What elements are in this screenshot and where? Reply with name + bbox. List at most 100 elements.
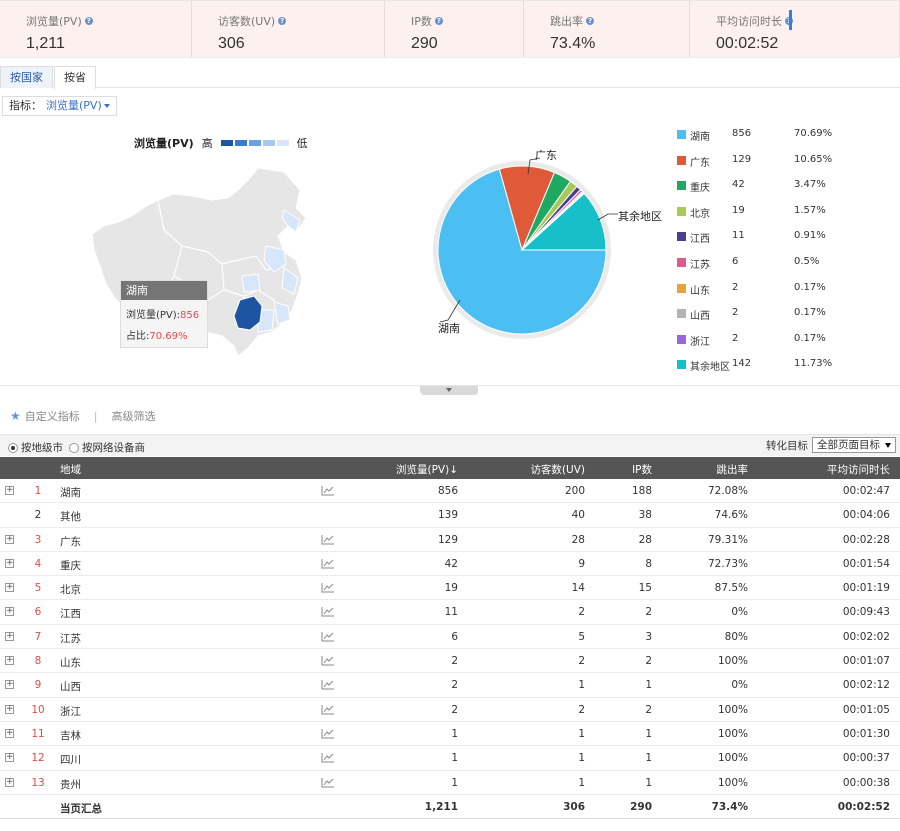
help-icon[interactable]: ? <box>278 17 287 25</box>
map-legend-title: 浏览量(PV) <box>134 137 194 150</box>
table-row[interactable]: +4 重庆 42 9 8 72.73% 00:01:54 <box>0 552 900 577</box>
trend-chart-icon[interactable] <box>321 777 335 791</box>
table-row[interactable]: +10 浙江 2 2 2 100% 00:01:05 <box>0 698 900 722</box>
legend-count: 2 <box>732 281 739 293</box>
pie-legend-item[interactable]: 山东 2 0.17% <box>677 280 877 306</box>
table-row[interactable]: +6 江西 11 2 2 0% 00:09:43 <box>0 600 900 625</box>
col-ip[interactable]: IP数 <box>590 462 652 477</box>
expand-icon[interactable]: + <box>5 486 14 495</box>
conversion-goal-select[interactable]: 全部页面目标 <box>812 437 896 453</box>
map-region-light-center[interactable] <box>241 273 261 293</box>
expand-icon[interactable]: + <box>5 680 14 690</box>
row-avg: 00:04:06 <box>842 509 890 522</box>
table-row[interactable]: +7 江苏 6 5 3 80% 00:02:02 <box>0 625 900 650</box>
table-row[interactable]: +3 广东 129 28 28 79.31% 00:02:28 <box>0 528 900 552</box>
pie-legend-item[interactable]: 重庆 42 3.47% <box>677 177 877 203</box>
row-uv: 2 <box>578 703 585 716</box>
help-icon[interactable]: ? <box>84 17 93 25</box>
summary-ip-value: 290 <box>411 35 438 52</box>
expand-icon[interactable]: + <box>5 607 14 617</box>
summary-uv: 访客数(UV)? 306 <box>192 1 385 57</box>
trend-chart-icon[interactable] <box>321 534 335 548</box>
expand-icon[interactable]: + <box>5 558 14 568</box>
expand-icon[interactable]: + <box>5 631 14 641</box>
row-ip: 3 <box>645 630 652 643</box>
trend-chart-icon[interactable] <box>321 485 335 499</box>
expand-icon[interactable]: + <box>5 656 14 666</box>
table-row[interactable]: +13 贵州 1 1 1 100% 00:00:38 <box>0 771 900 795</box>
legend-swatch <box>677 334 686 344</box>
row-uv: 1 <box>578 776 585 789</box>
table-row[interactable]: 2 其他 139 40 38 74.6% 00:04:06 <box>0 503 900 528</box>
pie-legend-item[interactable]: 广东 129 10.65% <box>677 152 877 178</box>
total-pv: 1,211 <box>424 800 458 813</box>
trend-chart-icon[interactable] <box>321 679 335 693</box>
trend-chart-icon[interactable] <box>321 655 335 669</box>
summary-pv: 浏览量(PV)? 1,211 <box>0 1 192 57</box>
expand-icon[interactable]: + <box>5 704 14 714</box>
expand-icon[interactable]: + <box>5 534 14 544</box>
col-avg[interactable]: 平均访问时长 <box>790 462 890 477</box>
row-index: 12 <box>31 752 45 765</box>
trend-chart-icon[interactable] <box>321 582 335 596</box>
pie-legend-item[interactable]: 北京 19 1.57% <box>677 203 877 229</box>
row-pv: 856 <box>437 485 458 497</box>
trend-chart-icon[interactable] <box>321 728 335 742</box>
custom-indicator-link[interactable]: 自定义指标 <box>25 408 80 424</box>
legend-percent: 0.5% <box>794 255 820 267</box>
radio-by-city[interactable]: 按地级市 <box>8 440 63 455</box>
tooltip-ratio-label: 占比: <box>126 331 150 342</box>
row-region: 贵州 <box>60 778 81 791</box>
map-legend-high: 高 <box>201 137 213 150</box>
indicator-select[interactable]: 指标： 浏览量(PV) <box>2 96 117 116</box>
col-region[interactable]: 地域 <box>60 462 81 477</box>
summary-bounce: 跳出率? 73.4% <box>524 1 690 57</box>
col-bounce[interactable]: 跳出率 <box>670 462 749 477</box>
pie-legend-item[interactable]: 浙江 2 0.17% <box>677 331 877 357</box>
table-row[interactable]: +11 吉林 1 1 1 100% 00:01:30 <box>0 722 900 747</box>
row-ip: 8 <box>645 557 652 570</box>
tab-by-province[interactable]: 按省 <box>54 66 96 89</box>
radio-by-isp[interactable]: 按网络设备商 <box>69 440 145 455</box>
pie-legend-item[interactable]: 江苏 6 0.5% <box>677 254 877 280</box>
tooltip-ratio-value: 70.69% <box>149 331 188 342</box>
expand-icon[interactable]: + <box>5 777 14 787</box>
table-row[interactable]: +9 山西 2 1 1 0% 00:02:12 <box>0 673 900 698</box>
advanced-filter-link[interactable]: 高级筛选 <box>111 408 155 424</box>
indicator-value[interactable]: 浏览量(PV) <box>46 99 102 112</box>
pie-legend-item[interactable]: 山西 2 0.17% <box>677 305 877 331</box>
help-icon[interactable]: ? <box>586 17 594 25</box>
collapse-toggle[interactable] <box>420 386 478 395</box>
tab-by-country[interactable]: 按国家 <box>0 66 53 88</box>
pie-legend-item[interactable]: 其余地区 142 11.73% <box>677 356 877 382</box>
pie-chart[interactable] <box>420 140 620 340</box>
row-bounce: 74.6% <box>714 509 748 522</box>
summary-bounce-label: 跳出率 <box>550 15 583 28</box>
table-row[interactable]: +8 山东 2 2 2 100% 00:01:07 <box>0 649 900 674</box>
trend-chart-icon[interactable] <box>321 704 335 718</box>
legend-percent: 0.17% <box>794 281 826 293</box>
legend-percent: 0.91% <box>794 230 826 242</box>
expand-icon[interactable]: + <box>5 583 14 593</box>
expand-icon[interactable]: + <box>5 753 14 763</box>
radio-off-icon <box>69 442 79 453</box>
trend-chart-icon[interactable] <box>321 558 335 572</box>
trend-chart-icon[interactable] <box>321 631 335 645</box>
expand-icon[interactable]: + <box>5 728 14 738</box>
pie-legend: 湖南 856 70.69% 广东 129 10.65% 重庆 42 3.47% 北京 19 1.57%… <box>677 126 877 382</box>
pie-legend-item[interactable]: 湖南 856 70.69% <box>677 126 877 152</box>
table-row[interactable]: +1 湖南 856 200 188 72.08% 00:02:47 <box>0 479 900 504</box>
col-uv[interactable]: 访客数(UV) <box>500 462 585 477</box>
legend-percent: 1.57% <box>794 204 826 216</box>
pie-legend-item[interactable]: 江西 11 0.91% <box>677 228 877 254</box>
table-row[interactable]: +12 四川 1 1 1 100% 00:00:37 <box>0 746 900 771</box>
legend-swatch <box>677 309 686 319</box>
trend-chart-icon[interactable] <box>321 752 335 766</box>
help-icon[interactable]: ? <box>434 17 443 25</box>
table-row[interactable]: +5 北京 19 14 15 87.5% 00:01:19 <box>0 576 900 601</box>
legend-swatch <box>677 130 686 139</box>
legend-swatch <box>677 206 686 216</box>
col-pv[interactable]: 浏览量(PV)↓ <box>380 462 458 477</box>
trend-chart-icon[interactable] <box>321 606 335 620</box>
legend-name: 其余地区 <box>690 362 730 374</box>
